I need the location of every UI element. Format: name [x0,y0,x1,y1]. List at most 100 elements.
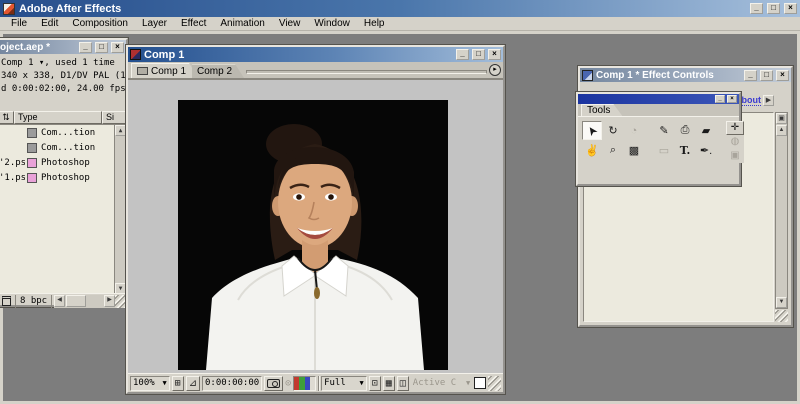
column-size[interactable]: Si [102,111,126,124]
type-tool[interactable]: T. [675,141,695,160]
menu-window[interactable]: Window [307,18,357,29]
maximize-button[interactable]: □ [95,42,108,53]
column-type[interactable]: Type [14,111,102,124]
menu-layer[interactable]: Layer [135,18,174,29]
mask-shape-tool[interactable]: ▭ [654,141,674,160]
project-row[interactable]: Com...tion [0,125,126,140]
scrollbar-thumb[interactable] [66,295,86,307]
snapshot-button[interactable] [264,376,283,391]
magnification-popup[interactable]: 100% ▼ [130,376,170,391]
grid-options-button[interactable]: ⊿ [186,376,200,391]
bit-depth-indicator[interactable]: 8 bpc [15,295,52,308]
eraser-tool[interactable]: ▰ [696,121,716,140]
close-button[interactable]: × [727,95,737,103]
menu-effect[interactable]: Effect [174,18,213,29]
comp-bottom-bar: 100% ▼ ⊞ ⊿ 0:00:00:00 ⊙ Full ▼ ⊡ ▦ ◫ Act… [128,373,503,392]
minimize-button[interactable]: _ [456,49,469,60]
hand-tool[interactable]: ✌ [582,141,602,160]
minimize-button[interactable]: _ [79,42,92,53]
roi-icon: ⊡ [372,377,378,390]
vertical-scrollbar[interactable]: ▲ ▼ [114,125,126,293]
sort-icon[interactable]: ⇅ [0,111,14,124]
trash-icon[interactable] [2,296,11,306]
sphere-tool[interactable]: ◍ [726,135,744,149]
timecode-field[interactable]: 0:00:00:00 [202,376,262,391]
zoom-tool[interactable]: ⌕ [603,141,623,160]
scroll-left-icon[interactable]: ◀ [54,295,65,307]
vertical-scrollbar[interactable]: ▣ ▲ ▼ [775,112,788,309]
safe-zones-button[interactable]: ⊞ [172,376,184,391]
exposure-button[interactable] [474,377,486,389]
scroll-down-icon[interactable]: ▼ [115,283,126,293]
effect-controls-icon [582,70,593,81]
close-button[interactable]: × [776,70,789,81]
menu-edit[interactable]: Edit [34,18,65,29]
project-row[interactable]: Com...tion [0,140,126,155]
photoshop-footage-icon [27,173,37,183]
comp-titlebar[interactable]: Comp 1 _ □ × [128,47,503,62]
minimize-button[interactable]: _ [744,70,757,81]
pen-tool[interactable]: ✒. [696,141,716,160]
app-title: Adobe After Effects [19,3,746,15]
menu-view[interactable]: View [272,18,308,29]
panel-button-icon[interactable]: ▣ [776,113,787,124]
channel-buttons[interactable] [293,376,316,391]
project-row[interactable]: '2.psd Photoshop [0,155,126,170]
pan-behind-tool[interactable]: ✛ [726,121,744,135]
rotation-tool[interactable]: ↻ [603,121,623,140]
comp-image[interactable] [178,100,448,370]
show-snapshot-icon[interactable]: ⊙ [285,377,291,390]
resize-grip[interactable] [775,310,788,322]
region-of-interest-button[interactable]: ⊡ [369,376,381,391]
resolution-popup[interactable]: Full ▼ [321,376,367,391]
tab-comp-2[interactable]: Comp 2 [192,64,244,78]
scroll-up-icon[interactable]: ▲ [115,125,126,136]
comp-viewport[interactable] [128,79,503,373]
clone-stamp-tool[interactable]: ⎙ [675,121,695,140]
tab-comp-1[interactable]: Comp 1 [131,63,198,78]
close-button[interactable]: × [111,42,124,53]
panel-menu-button[interactable]: ▸ [489,64,501,76]
horizontal-scrollbar[interactable]: ◀ ▶ [54,295,115,308]
menu-composition[interactable]: Composition [65,18,135,29]
close-button[interactable]: × [784,3,797,14]
minimize-button[interactable]: _ [750,3,763,14]
maximize-button[interactable]: □ [472,49,485,60]
tools-titlebar[interactable]: _ × [578,94,739,104]
active-camera-value: Active C [413,378,456,388]
menu-animation[interactable]: Animation [213,18,271,29]
divider [318,376,319,391]
menu-file[interactable]: File [4,18,34,29]
item-name: '2.psd [0,158,25,168]
close-button[interactable]: × [488,49,501,60]
project-row[interactable]: '1.psd Photoshop [0,170,126,185]
tools-grid: ➤ ↻ ◔ ✌ ⌕ ▩ ✎ ⎙ ▰ ▭ T. ✒. ✛ ◍ ▣ [578,117,739,163]
scroll-down-icon[interactable]: ▼ [776,297,787,308]
brush-tool[interactable]: ✎ [654,121,674,140]
project-titlebar[interactable]: oject.aep * _ □ × [0,40,126,54]
maximize-button[interactable]: □ [767,3,780,14]
tab-label: Comp 1 [151,66,186,77]
minimize-button[interactable]: _ [715,95,725,103]
orbit-camera-tool[interactable]: ◔ [624,121,644,140]
project-list-header: ⇅ Type Si [0,111,126,124]
transparency-grid-button[interactable]: ▦ [383,376,395,391]
timecode: 0:00:00:00 [205,378,259,388]
scroll-right-icon[interactable]: ▶ [104,295,115,307]
pixel-aspect-button[interactable]: ◫ [397,376,409,391]
about-arrow-icon[interactable]: ▶ [763,95,774,106]
menu-help[interactable]: Help [357,18,392,29]
tab-tools[interactable]: Tools [581,104,622,116]
effect-controls-titlebar[interactable]: Comp 1 * Effect Controls _ □ × [580,68,791,82]
resize-grip[interactable] [115,295,126,308]
comp-duration-line: d 0:00:02:00, 24.00 fps [1,83,126,96]
axis-mode-tool[interactable]: ▣ [726,149,744,163]
scroll-up-icon[interactable]: ▲ [776,125,787,136]
dropdown-icon: ▼ [466,379,470,387]
view-popup[interactable]: Active C ▼ [411,376,472,391]
paint-tool[interactable]: ▩ [624,141,644,160]
maximize-button[interactable]: □ [760,70,773,81]
resize-grip[interactable] [488,376,501,391]
selection-tool[interactable]: ➤ [582,121,602,140]
project-item-info: Comp 1 ▾, used 1 time 340 x 338, D1/DV P… [0,54,126,111]
